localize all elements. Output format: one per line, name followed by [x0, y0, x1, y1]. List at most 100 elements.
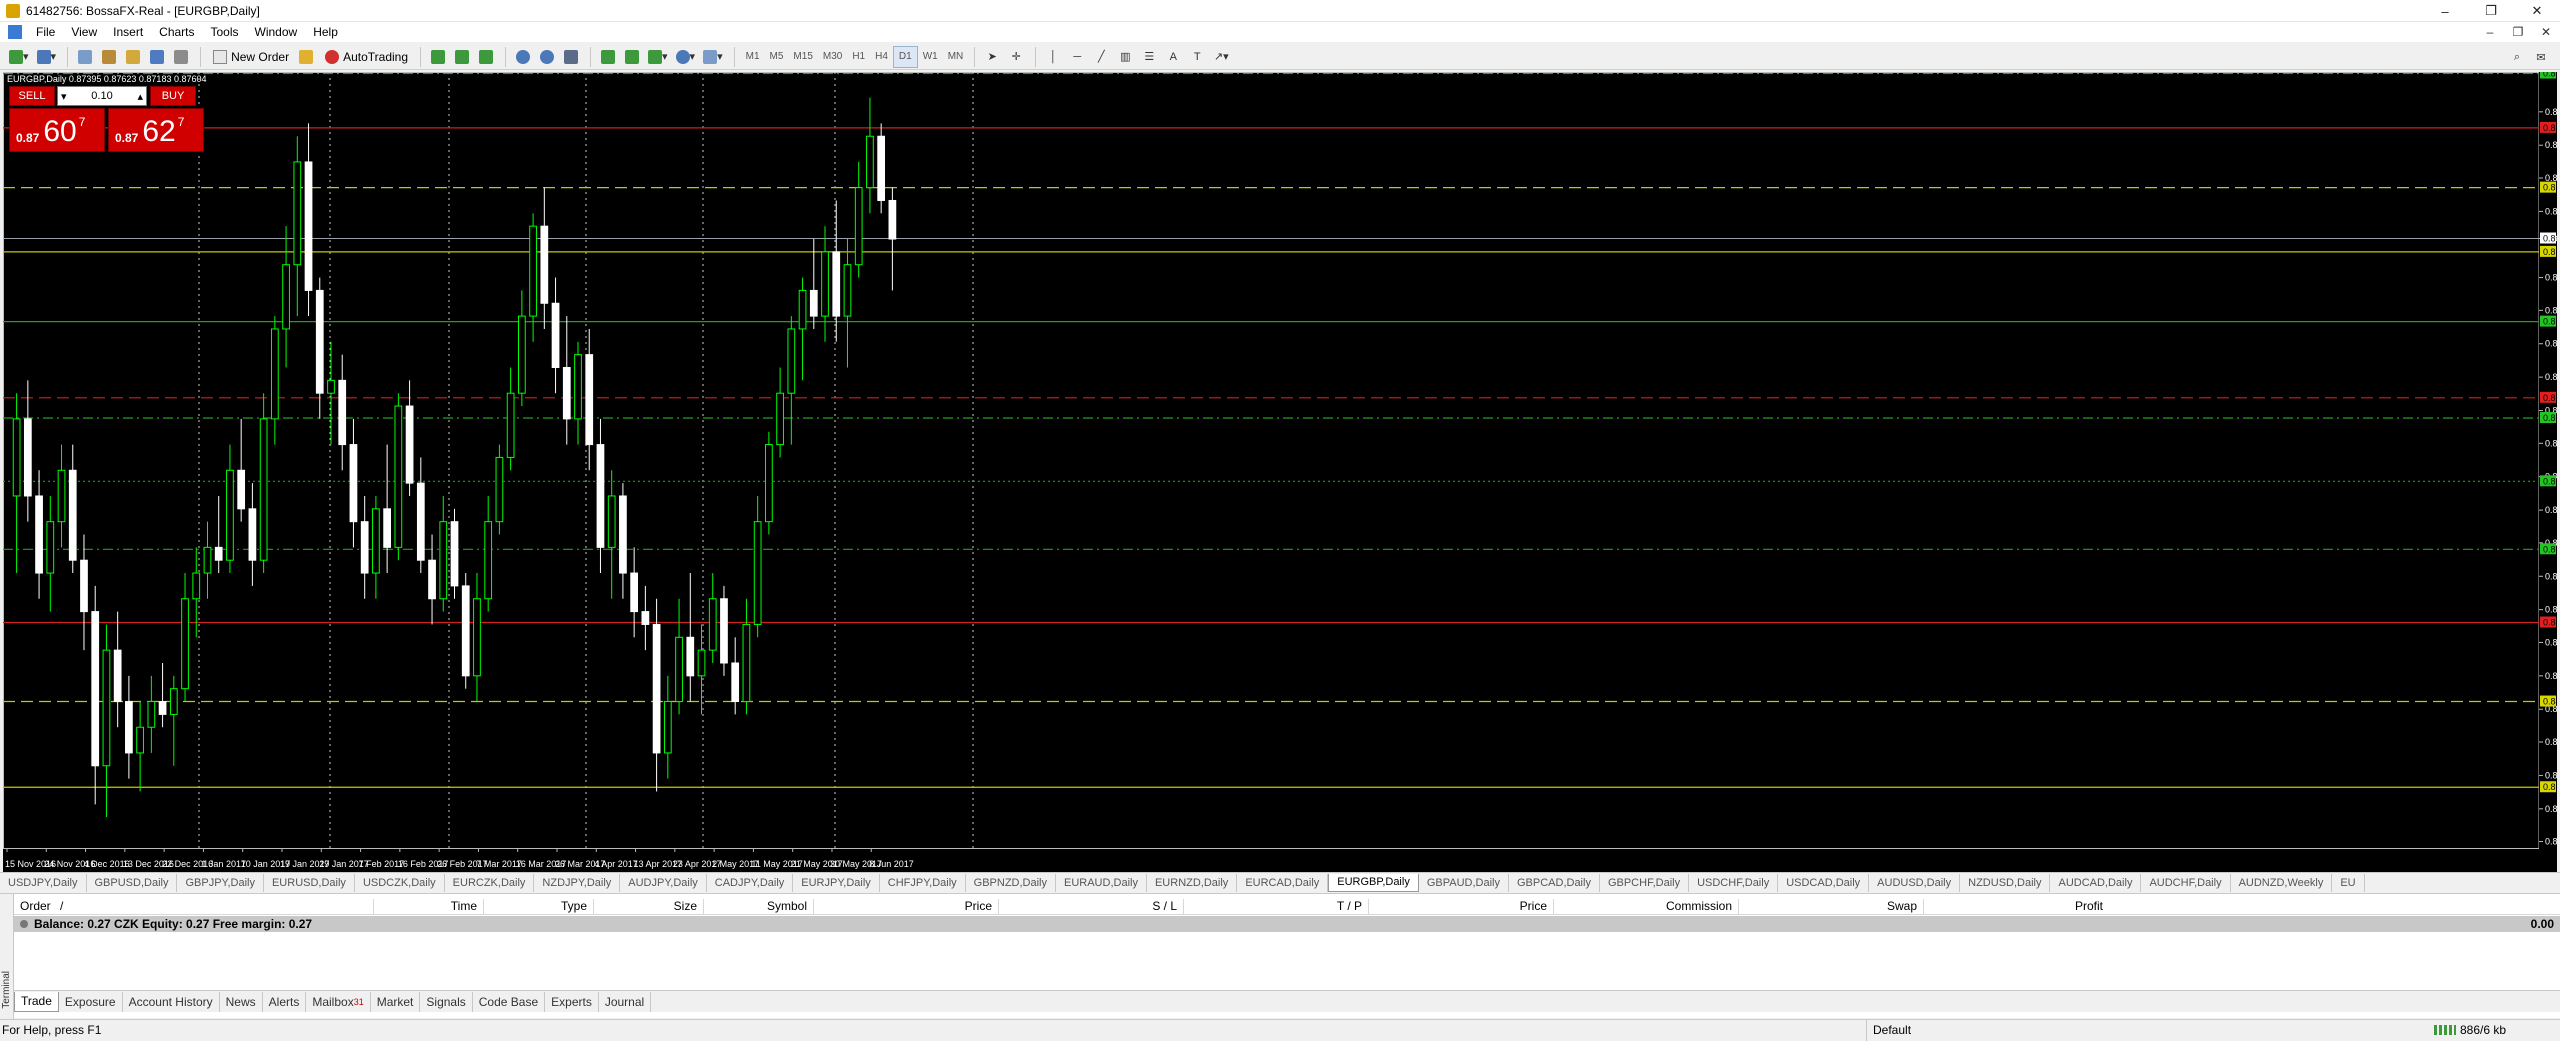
- lot-size-input[interactable]: ▾ 0.10 ▴: [57, 86, 147, 106]
- chart-window[interactable]: 0.88590 0.88330 0.88075 0.87815 0.87604 0.873…: [3, 72, 2557, 878]
- menu-tools[interactable]: Tools: [203, 25, 247, 39]
- cursor-icon[interactable]: ➤: [981, 46, 1003, 68]
- tab-trade[interactable]: Trade: [14, 991, 59, 1012]
- chart-tab[interactable]: AUDCAD,Daily: [2050, 873, 2142, 892]
- menu-help[interactable]: Help: [305, 25, 346, 39]
- chart-tab[interactable]: AUDUSD,Daily: [1869, 873, 1961, 892]
- timeframe-w1[interactable]: W1: [918, 46, 943, 68]
- col-price[interactable]: Price: [814, 899, 999, 915]
- chat-icon[interactable]: ✉: [2530, 46, 2552, 68]
- text-icon[interactable]: A: [1162, 46, 1184, 68]
- col-type[interactable]: Type: [484, 899, 594, 915]
- horizontal-line-icon[interactable]: ─: [1066, 46, 1088, 68]
- strategy-tester-icon[interactable]: [170, 46, 192, 68]
- tab-market[interactable]: Market: [371, 991, 421, 1012]
- trendline-icon[interactable]: ╱: [1090, 46, 1112, 68]
- doc-close-button[interactable]: ✕: [2532, 22, 2560, 42]
- chart-tab[interactable]: NZDUSD,Daily: [1960, 873, 2051, 892]
- col-order[interactable]: Order: [14, 899, 54, 915]
- chart-tab[interactable]: AUDCHF,Daily: [2141, 873, 2231, 892]
- terminal-icon[interactable]: [146, 46, 168, 68]
- balance-row[interactable]: Balance: 0.27 CZK Equity: 0.27 Free marg…: [14, 916, 2560, 932]
- chart-tab[interactable]: USDJPY,Daily: [0, 873, 87, 892]
- chart-tab[interactable]: GBPCHF,Daily: [1600, 873, 1690, 892]
- tile-windows-icon[interactable]: [560, 46, 582, 68]
- new-chart-icon[interactable]: ▾: [6, 46, 32, 68]
- lot-increase-icon[interactable]: ▴: [137, 90, 143, 103]
- autoscroll-icon[interactable]: [621, 46, 643, 68]
- vertical-line-icon[interactable]: │: [1042, 46, 1064, 68]
- chart-tab[interactable]: USDCAD,Daily: [1778, 873, 1870, 892]
- timeframe-m15[interactable]: M15: [788, 46, 817, 68]
- text-label-icon[interactable]: T: [1186, 46, 1208, 68]
- chart-tab[interactable]: EURGBP,Daily: [1328, 873, 1419, 892]
- tab-exposure[interactable]: Exposure: [59, 991, 123, 1012]
- chart-tab[interactable]: EU: [2332, 873, 2365, 892]
- timeframe-mn[interactable]: MN: [943, 46, 969, 68]
- line-chart-icon[interactable]: [475, 46, 497, 68]
- tab-news[interactable]: News: [220, 991, 263, 1012]
- menu-window[interactable]: Window: [247, 25, 306, 39]
- periods-icon[interactable]: ▾: [673, 46, 699, 68]
- lot-decrease-icon[interactable]: ▾: [61, 90, 67, 103]
- timeframe-m30[interactable]: M30: [818, 46, 847, 68]
- status-profile[interactable]: Default: [1866, 1019, 1911, 1041]
- chart-tab[interactable]: NZDJPY,Daily: [534, 873, 621, 892]
- chart-shift-icon[interactable]: [597, 46, 619, 68]
- menu-charts[interactable]: Charts: [151, 25, 202, 39]
- col-sl[interactable]: S / L: [999, 899, 1184, 915]
- menu-insert[interactable]: Insert: [105, 25, 151, 39]
- chart-tab[interactable]: GBPJPY,Daily: [177, 873, 264, 892]
- tab-experts[interactable]: Experts: [545, 991, 599, 1012]
- candlesticks-icon[interactable]: [451, 46, 473, 68]
- menu-file[interactable]: File: [28, 25, 63, 39]
- equidistant-channel-icon[interactable]: ▥: [1114, 46, 1136, 68]
- fibonacci-icon[interactable]: ☰: [1138, 46, 1160, 68]
- sell-button[interactable]: SELL: [9, 86, 55, 106]
- chart-tab[interactable]: USDCHF,Daily: [1689, 873, 1779, 892]
- buy-price-button[interactable]: 0.87 62 7: [108, 108, 204, 152]
- chart-tab[interactable]: GBPUSD,Daily: [87, 873, 178, 892]
- chart-tab[interactable]: CADJPY,Daily: [707, 873, 794, 892]
- col-profit[interactable]: Profit: [1924, 899, 2109, 915]
- col-price-current[interactable]: Price: [1369, 899, 1554, 915]
- tab-mailbox[interactable]: Mailbox 31: [306, 991, 371, 1012]
- col-symbol[interactable]: Symbol: [704, 899, 814, 915]
- col-tp[interactable]: T / P: [1184, 899, 1369, 915]
- tab-alerts[interactable]: Alerts: [263, 991, 307, 1012]
- chart-tab[interactable]: AUDJPY,Daily: [620, 873, 707, 892]
- buy-button[interactable]: BUY: [150, 86, 196, 106]
- doc-restore-button[interactable]: ❐: [2504, 22, 2532, 42]
- indicators-icon[interactable]: ▾: [645, 46, 671, 68]
- close-button[interactable]: ✕: [2514, 0, 2560, 22]
- zoom-out-icon[interactable]: [536, 46, 558, 68]
- search-icon[interactable]: ⌕: [2506, 46, 2528, 68]
- crosshair-icon[interactable]: ✛: [1005, 46, 1027, 68]
- tab-signals[interactable]: Signals: [420, 991, 473, 1012]
- chart-tab[interactable]: GBPCAD,Daily: [1509, 873, 1600, 892]
- chart-tab[interactable]: EURUSD,Daily: [264, 873, 355, 892]
- document-icon[interactable]: [8, 25, 22, 39]
- timeframe-h4[interactable]: H4: [870, 46, 893, 68]
- timeframe-m1[interactable]: M1: [741, 46, 765, 68]
- chart-tab[interactable]: EURJPY,Daily: [793, 873, 880, 892]
- col-size[interactable]: Size: [594, 899, 704, 915]
- chart-tab[interactable]: GBPNZD,Daily: [966, 873, 1056, 892]
- col-time[interactable]: Time: [374, 899, 484, 915]
- price-chart[interactable]: 0.88590 0.88330 0.88075 0.87815 0.87604 0.873…: [3, 72, 2557, 878]
- arrows-icon[interactable]: ↗▾: [1210, 46, 1232, 68]
- chart-tab[interactable]: EURNZD,Daily: [1147, 873, 1238, 892]
- status-connection[interactable]: 886/6 kb: [2434, 1020, 2506, 1041]
- timeframe-h1[interactable]: H1: [847, 46, 870, 68]
- tab-journal[interactable]: Journal: [599, 991, 652, 1012]
- chart-tab[interactable]: GBPAUD,Daily: [1419, 873, 1509, 892]
- chart-tab[interactable]: CHFJPY,Daily: [880, 873, 966, 892]
- terminal-side-bar[interactable]: Terminal: [0, 894, 14, 1019]
- chart-tab[interactable]: AUDNZD,Weekly: [2231, 873, 2333, 892]
- doc-minimize-button[interactable]: –: [2476, 22, 2504, 42]
- tab-code-base[interactable]: Code Base: [473, 991, 546, 1012]
- chart-tab[interactable]: EURCZK,Daily: [445, 873, 535, 892]
- profiles-icon[interactable]: ▾: [34, 46, 60, 68]
- data-window-icon[interactable]: [122, 46, 144, 68]
- autotrading-button[interactable]: AutoTrading: [319, 46, 414, 68]
